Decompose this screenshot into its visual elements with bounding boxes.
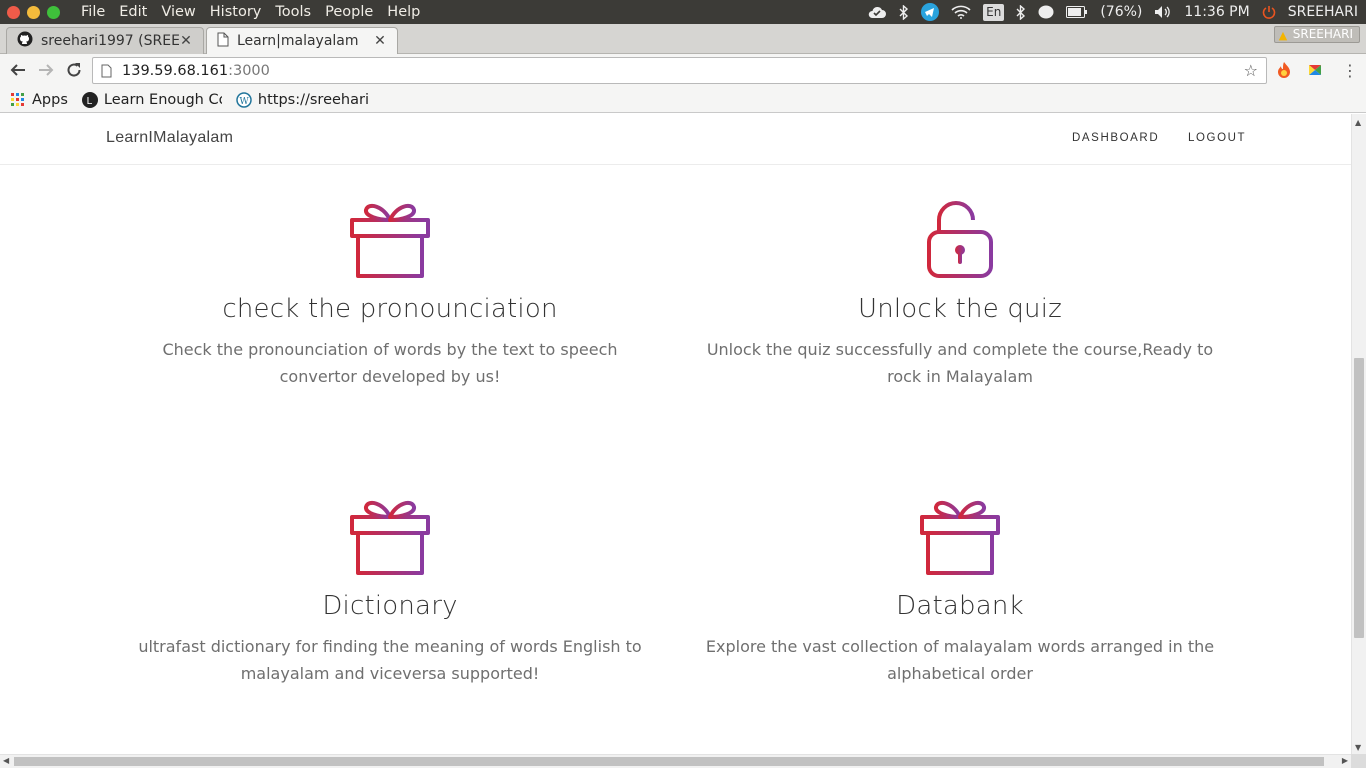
horizontal-scroll-thumb[interactable] — [14, 757, 1324, 766]
scroll-up-arrow-icon[interactable]: ▲ — [1355, 118, 1361, 127]
profile-name: SREEHARI — [1292, 27, 1353, 41]
arrow-right-icon — [39, 64, 54, 76]
site-navbar: LearnIMalayalam DASHBOARD LOGOUT — [0, 114, 1351, 165]
bluetooth-icon[interactable] — [899, 4, 909, 20]
feature-title: check the pronounciation — [222, 294, 558, 324]
feature-unlock-quiz: Unlock the quiz Unlock the quiz successf… — [680, 200, 1240, 390]
more-menu-icon[interactable]: ⋮ — [1340, 60, 1360, 80]
menu-history[interactable]: History — [203, 4, 269, 20]
vertical-scrollbar[interactable]: ▲ ▼ — [1351, 114, 1366, 754]
forward-button[interactable] — [33, 57, 59, 83]
feature-description: ultrafast dictionary for finding the mea… — [138, 637, 642, 683]
chat-icon[interactable] — [1038, 5, 1054, 20]
profile-badge[interactable]: ▲ SREEHARI — [1273, 26, 1360, 43]
learn-enough-icon: L — [81, 91, 98, 108]
close-icon[interactable]: ✕ — [373, 33, 387, 49]
menu-edit[interactable]: Edit — [112, 4, 154, 20]
gift-icon — [350, 203, 430, 278]
colorful-extension-icon[interactable] — [1305, 60, 1325, 80]
power-icon[interactable] — [1262, 5, 1276, 19]
menu-help[interactable]: Help — [380, 4, 427, 20]
bookmark-star-icon[interactable]: ☆ — [1244, 61, 1258, 80]
back-button[interactable] — [5, 57, 31, 83]
os-top-bar: File Edit View History Tools People Help… — [0, 0, 1366, 24]
window-controls — [7, 5, 60, 19]
feature-description: Explore the vast collection of malayalam… — [705, 637, 1215, 683]
browser-toolbar: 139.59.68.161:3000 ☆ ⋮ — [0, 54, 1366, 87]
wifi-icon[interactable] — [951, 5, 971, 19]
arrow-left-icon — [10, 64, 25, 76]
warning-icon: ▲ — [1278, 29, 1288, 42]
app-menu: File Edit View History Tools People Help — [74, 4, 427, 20]
close-window-button[interactable] — [7, 5, 20, 19]
system-tray: En (76%) 11:36 PM SREEHARI — [867, 3, 1366, 21]
menu-view[interactable]: View — [154, 4, 202, 20]
telegram-icon[interactable] — [921, 3, 940, 21]
battery-icon[interactable] — [1066, 6, 1088, 18]
bluetooth-status-icon[interactable] — [1016, 4, 1026, 20]
maximize-window-button[interactable] — [47, 5, 60, 19]
bookmark-label: https://sreehari — [257, 91, 369, 108]
reload-button[interactable] — [61, 57, 87, 83]
github-icon — [17, 31, 33, 51]
close-icon[interactable]: ✕ — [179, 33, 193, 49]
menu-people[interactable]: People — [318, 4, 380, 20]
bookmark-label: Apps — [32, 91, 68, 108]
scroll-right-arrow-icon[interactable]: ▶ — [1342, 756, 1348, 765]
feature-pronounciation: check the pronounciation Check the prono… — [110, 200, 670, 390]
svg-text:W: W — [239, 97, 249, 107]
wordpress-icon: W — [236, 91, 252, 108]
battery-percent: (76%) — [1100, 4, 1143, 20]
address-bar[interactable]: 139.59.68.161:3000 ☆ — [92, 57, 1267, 84]
vertical-scroll-thumb[interactable] — [1354, 358, 1364, 638]
clock[interactable]: 11:36 PM — [1184, 4, 1249, 20]
feature-databank: Databank Explore the vast collection of … — [680, 497, 1240, 687]
svg-text:L: L — [86, 96, 92, 107]
user-name[interactable]: SREEHARI — [1288, 4, 1358, 20]
feature-description: Check the pronounciation of words by the… — [162, 340, 618, 386]
feature-title: Unlock the quiz — [857, 294, 1063, 324]
site-brand[interactable]: LearnIMalayalam — [106, 129, 233, 147]
reload-icon — [67, 63, 81, 77]
tab-learn-malayalam[interactable]: Learn|malayalam ✕ — [206, 27, 398, 54]
url-host: 139.59.68.161 — [122, 62, 229, 79]
nav-dashboard[interactable]: DASHBOARD — [1072, 132, 1159, 144]
gift-icon — [350, 500, 430, 575]
bookmarks-bar: Apps L Learn Enough Co W https://sreehar… — [0, 87, 1366, 113]
tab-strip: sreehari1997 (SREE ✕ Learn|malayalam ✕ ▲… — [0, 24, 1366, 72]
scroll-down-arrow-icon[interactable]: ▼ — [1355, 743, 1361, 752]
unlock-icon — [927, 201, 993, 278]
bookmark-label: Learn Enough Co — [103, 91, 222, 108]
feature-title: Dictionary — [322, 591, 458, 621]
feature-description: Unlock the quiz successfully and complet… — [706, 340, 1214, 386]
page-icon — [217, 32, 229, 51]
cloud-icon[interactable] — [867, 5, 887, 19]
volume-icon[interactable] — [1154, 5, 1172, 19]
nav-logout[interactable]: LOGOUT — [1188, 132, 1246, 144]
web-page: LearnIMalayalam DASHBOARD LOGOUT check t… — [0, 114, 1351, 754]
gift-icon — [920, 500, 1000, 575]
bookmark-apps[interactable]: Apps — [10, 92, 68, 108]
page-info-icon[interactable] — [101, 64, 112, 78]
menu-file[interactable]: File — [74, 4, 112, 20]
menu-tools[interactable]: Tools — [268, 4, 318, 20]
keyboard-layout-indicator[interactable]: En — [983, 3, 1005, 21]
bookmark-sreehari[interactable]: W https://sreehari — [236, 92, 376, 108]
feature-dictionary: Dictionary ultrafast dictionary for find… — [110, 497, 670, 687]
url-port: :3000 — [228, 62, 270, 79]
scroll-left-arrow-icon[interactable]: ◀ — [3, 756, 9, 765]
fire-extension-icon[interactable] — [1274, 60, 1294, 80]
tab-label: sreehari1997 (SREE — [41, 33, 179, 49]
tab-label: Learn|malayalam — [237, 33, 359, 49]
tab-github[interactable]: sreehari1997 (SREE ✕ — [6, 27, 204, 54]
scrollbar-corner — [1351, 754, 1366, 768]
minimize-window-button[interactable] — [27, 5, 40, 19]
bookmark-learn-enough[interactable]: L Learn Enough Co — [81, 91, 222, 108]
feature-title: Databank — [896, 591, 1024, 621]
apps-grid-icon — [10, 92, 26, 108]
horizontal-scrollbar[interactable]: ◀ ▶ — [0, 754, 1351, 768]
